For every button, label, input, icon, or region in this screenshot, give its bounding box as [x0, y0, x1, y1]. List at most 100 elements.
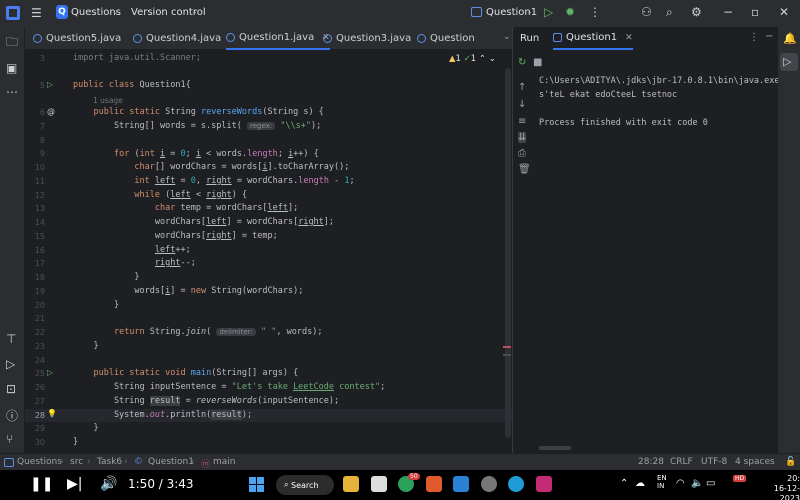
- lightbulb-icon[interactable]: 💡: [47, 409, 57, 418]
- debug-icon[interactable]: ✹: [565, 5, 575, 19]
- code-content[interactable]: import java.util.Scanner; public class Q…: [73, 50, 508, 453]
- main-menu-icon[interactable]: ☰: [31, 6, 42, 20]
- more-vertical-icon[interactable]: ⋮: [749, 32, 759, 43]
- run-tool-icon[interactable]: ▷: [783, 55, 791, 68]
- breadcrumb-src[interactable]: src: [70, 457, 83, 467]
- override-marker-icon[interactable]: @: [47, 107, 55, 116]
- code-line: int left = 0, right = wordChars.length -…: [134, 176, 355, 186]
- breadcrumb-task6[interactable]: Task6: [97, 457, 122, 467]
- run-gutter-icon[interactable]: ▷: [47, 368, 53, 377]
- problems-icon[interactable]: ⓘ: [6, 407, 18, 424]
- volume-icon[interactable]: 🔈: [691, 478, 703, 489]
- chevron-up-icon[interactable]: ⌃: [620, 478, 628, 489]
- restore-icon[interactable]: ▫: [751, 5, 759, 19]
- notifications-bell-icon[interactable]: 🔔: [783, 32, 797, 45]
- code-line: }: [73, 437, 79, 447]
- soft-wrap-icon[interactable]: ≡: [518, 116, 526, 127]
- error-stripe-marker[interactable]: [503, 346, 511, 348]
- code-with-me-icon[interactable]: ⚇: [641, 5, 652, 19]
- more-vertical-icon[interactable]: ⋮: [589, 5, 601, 19]
- build-hammer-icon[interactable]: ⊤: [6, 332, 16, 346]
- stop-icon[interactable]: ■: [533, 57, 542, 68]
- scroll-to-end-icon[interactable]: ⇊: [518, 132, 527, 143]
- services-icon[interactable]: ▷: [6, 357, 15, 371]
- file-encoding[interactable]: UTF-8: [701, 457, 727, 467]
- console-scrollbar[interactable]: [539, 446, 571, 450]
- breadcrumb-question1[interactable]: Question1: [148, 457, 194, 467]
- breadcrumb-questions[interactable]: Questions: [17, 457, 62, 467]
- brave-icon[interactable]: [426, 476, 442, 492]
- intellij-taskbar-icon[interactable]: [536, 476, 552, 492]
- indent-setting[interactable]: 4 spaces: [735, 457, 775, 467]
- cloud-icon[interactable]: ☁: [635, 478, 645, 489]
- pause-icon[interactable]: ❚❚: [30, 476, 53, 492]
- code-editor[interactable]: 3 5 ▷ 6 7 @ 8 9 10 11 12 13 14 15 16 17 …: [25, 50, 512, 453]
- code-line: while (left < right) {: [134, 190, 248, 200]
- notepad-icon[interactable]: [371, 476, 387, 492]
- run-gutter-icon[interactable]: ▷: [47, 80, 53, 89]
- scroll-down-icon[interactable]: ↓: [518, 99, 526, 110]
- code-line: return String.join( delimiter: " ", word…: [113, 327, 323, 337]
- search-icon[interactable]: ⌕: [666, 5, 673, 20]
- chevron-down-icon[interactable]: ⌄: [503, 32, 511, 42]
- rerun-icon[interactable]: ↻: [518, 57, 526, 68]
- breadcrumb-main[interactable]: main: [213, 457, 236, 467]
- edge-icon[interactable]: [508, 476, 524, 492]
- run-tab-question1[interactable]: Question1 ✕: [553, 27, 633, 50]
- line-number: 8: [39, 136, 45, 145]
- line-number: 22: [34, 328, 45, 337]
- chevron-up-icon[interactable]: ⌃: [479, 54, 486, 64]
- intellij-logo-icon[interactable]: [6, 6, 20, 20]
- editor-scrollbar[interactable]: [505, 68, 511, 438]
- git-icon[interactable]: ⑂: [6, 432, 13, 446]
- minimize-icon[interactable]: −: [765, 31, 773, 42]
- line-separator[interactable]: CRLF: [670, 457, 693, 467]
- print-icon[interactable]: ⎙: [518, 148, 526, 159]
- close-tab-icon[interactable]: ✕: [625, 33, 633, 43]
- scroll-up-icon[interactable]: ↑: [518, 82, 526, 93]
- project-avatar[interactable]: Q: [56, 5, 68, 19]
- gear-icon[interactable]: ⚙: [691, 5, 702, 19]
- tab-question-truncated[interactable]: Question: [417, 27, 475, 50]
- more-horizontal-icon[interactable]: ⋯: [6, 85, 18, 99]
- chevron-down-icon[interactable]: ⌄: [489, 54, 496, 64]
- volume-icon[interactable]: 🔊: [100, 476, 117, 492]
- line-number: 28: [34, 411, 45, 420]
- code-line: String[] words = s.split( regex: "\\s+")…: [73, 121, 322, 131]
- lock-icon[interactable]: 🔓: [785, 457, 796, 467]
- tab-question1[interactable]: Question1.java ✕: [226, 27, 330, 50]
- tab-question4[interactable]: Question4.java: [133, 27, 221, 50]
- tab-question5[interactable]: Question5.java: [33, 27, 121, 50]
- code-line: left++;: [154, 245, 191, 255]
- code-line: char[] wordChars = words[i].toCharArray(…: [134, 162, 350, 172]
- tab-question3[interactable]: Question3.java: [323, 27, 411, 50]
- chevron-down-icon[interactable]: ⌄: [526, 7, 533, 16]
- minimize-icon[interactable]: −: [723, 5, 733, 19]
- vscode-icon[interactable]: [453, 476, 469, 492]
- language-indicator[interactable]: EN IN: [657, 474, 667, 490]
- github-icon[interactable]: [481, 476, 497, 492]
- inspection-widget[interactable]: ▲1 ✓1 ⌃ ⌄: [449, 54, 496, 64]
- chevron-down-icon[interactable]: ⌄: [112, 7, 119, 16]
- taskbar-search[interactable]: ⌕ Search: [276, 475, 334, 495]
- close-icon[interactable]: ✕: [779, 5, 789, 19]
- chevron-down-icon[interactable]: ⌄: [191, 7, 198, 16]
- code-line: public class Question1{: [73, 80, 191, 90]
- code-line: wordChars[right] = temp;: [73, 231, 278, 241]
- file-explorer-icon[interactable]: [343, 476, 359, 492]
- wifi-icon[interactable]: ◠: [676, 478, 685, 489]
- error-stripe-marker[interactable]: [503, 354, 511, 356]
- terminal-icon[interactable]: ⊡: [6, 382, 16, 396]
- caret-position[interactable]: 28:28: [638, 457, 664, 467]
- trash-icon[interactable]: 🗑: [518, 164, 531, 175]
- battery-icon[interactable]: ▭: [706, 478, 715, 489]
- line-number: 3: [39, 54, 45, 63]
- next-icon[interactable]: ▶|: [67, 476, 82, 492]
- structure-icon[interactable]: ▣: [6, 61, 17, 75]
- run-icon[interactable]: ▷: [544, 5, 553, 19]
- windows-start-icon[interactable]: [249, 477, 264, 492]
- folder-icon[interactable]: 🗀: [6, 33, 18, 54]
- system-clock[interactable]: 20: 16-12-2023: [755, 474, 800, 500]
- run-config-icon: [471, 7, 482, 17]
- code-line: char temp = wordChars[left];: [154, 203, 299, 213]
